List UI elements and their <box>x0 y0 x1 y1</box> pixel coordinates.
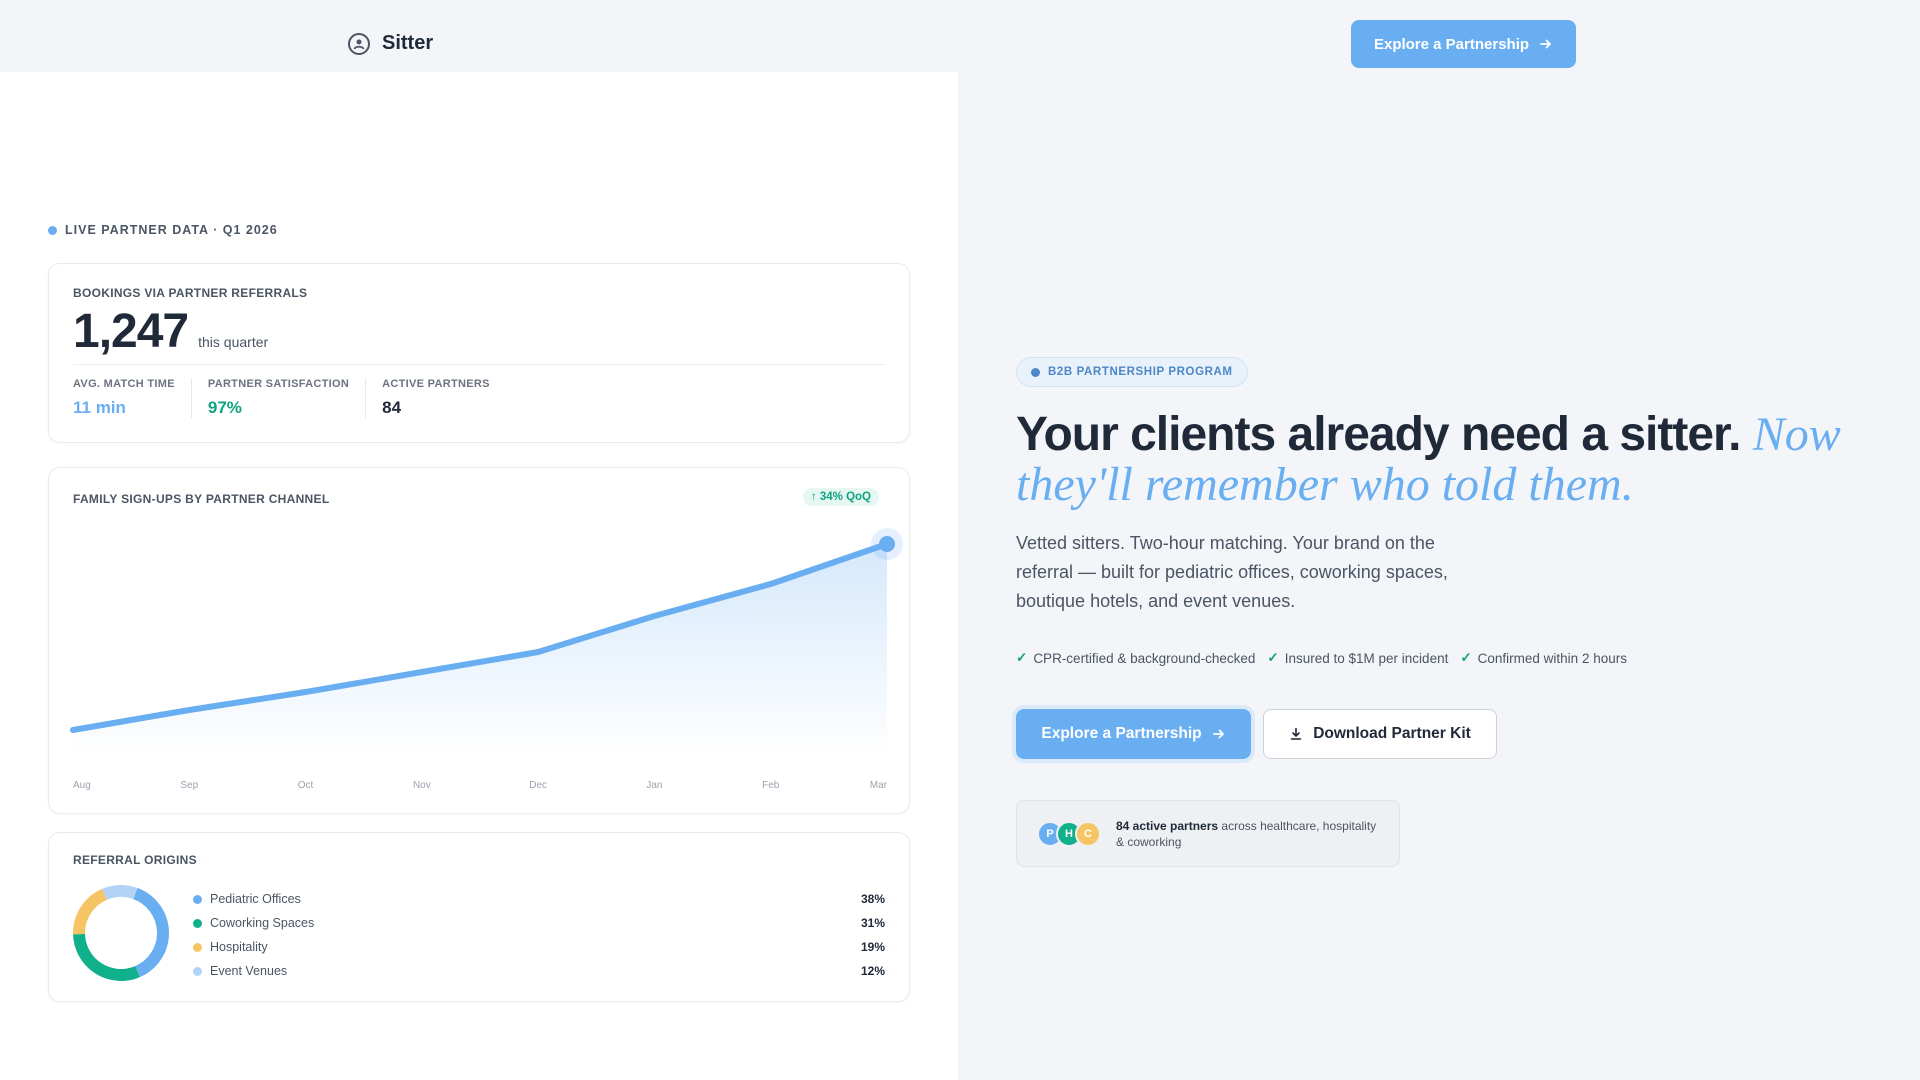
headline-main: Your clients already need a sitter. <box>1016 408 1741 461</box>
stat-satisfaction: PARTNER SATISFACTION 97% <box>207 378 367 418</box>
live-label-text: LIVE PARTNER DATA · Q1 2026 <box>65 223 278 237</box>
download-partner-kit-button[interactable]: Download Partner Kit <box>1263 709 1497 759</box>
x-tick-label: Aug <box>73 780 91 791</box>
x-tick-label: Oct <box>298 780 314 791</box>
check-icon: ✓ <box>1460 650 1472 665</box>
check-text: Confirmed within 2 hours <box>1477 650 1627 666</box>
stat-label: AVG. MATCH TIME <box>73 378 175 390</box>
check-icon: ✓ <box>1267 650 1279 665</box>
check-item: ✓ Confirmed within 2 hours <box>1460 650 1627 666</box>
check-item: ✓ CPR-certified & background-checked <box>1016 650 1255 666</box>
stats-row: AVG. MATCH TIME 11 min PARTNER SATISFACT… <box>73 378 522 418</box>
legend-pct: 19% <box>860 940 885 954</box>
header-cta-label: Explore a Partnership <box>1373 35 1530 53</box>
partners-proof: P H C 84 active partners across healthca… <box>1016 800 1400 867</box>
legend-dot-icon <box>193 942 202 952</box>
bookings-figure: 1,247 this quarter <box>73 304 268 359</box>
legend-item: Event Venues 12% <box>193 959 885 983</box>
arrow-right-icon <box>1540 39 1551 49</box>
bookings-value: 1,247 <box>73 305 189 358</box>
legend-item: Hospitality 19% <box>193 935 885 959</box>
sitter-logo-icon <box>348 32 370 55</box>
legend-dot-icon <box>193 894 202 904</box>
x-tick-label: Nov <box>413 780 431 791</box>
legend-name: Event Venues <box>210 964 288 978</box>
legend-name: Coworking Spaces <box>210 916 315 930</box>
avatar: C <box>1075 820 1101 847</box>
divider <box>73 364 885 365</box>
live-data-label: LIVE PARTNER DATA · Q1 2026 <box>48 223 278 237</box>
origins-legend: Pediatric Offices 38% Coworking Spaces 3… <box>193 887 885 983</box>
stat-value: 97% <box>207 398 242 417</box>
x-tick-label: Mar <box>870 780 888 791</box>
explore-partnership-button[interactable]: Explore a Partnership <box>1016 709 1251 759</box>
stat-label: ACTIVE PARTNERS <box>382 378 490 390</box>
stat-value: 11 min <box>73 398 126 417</box>
donut-slice <box>102 885 138 901</box>
check-item: ✓ Insured to $1M per incident <box>1267 650 1448 666</box>
program-badge: B2B PARTNERSHIP PROGRAM <box>1016 357 1248 387</box>
signups-chart-card: FAMILY SIGN-UPS BY PARTNER CHANNEL ↑ 34%… <box>48 467 910 814</box>
legend-dot-icon <box>193 918 202 928</box>
legend-name: Pediatric Offices <box>210 892 301 906</box>
donut-slice <box>133 887 169 978</box>
check-text: CPR-certified & background-checked <box>1033 650 1256 666</box>
donut-slice <box>73 888 108 935</box>
origins-title: REFERRAL ORIGINS <box>73 853 197 867</box>
legend-item: Coworking Spaces 31% <box>193 911 885 935</box>
donut-slice <box>73 933 140 981</box>
stat-label: PARTNER SATISFACTION <box>207 378 350 390</box>
legend-dot-icon <box>193 966 202 976</box>
hero-headline: Your clients already need a sitter. Now … <box>1016 410 1876 510</box>
check-icon: ✓ <box>1016 650 1028 665</box>
partners-text: 84 active partners across healthcare, ho… <box>1116 818 1379 850</box>
area-fill <box>73 544 887 758</box>
x-tick-label: Jan <box>646 780 662 791</box>
bookings-label: BOOKINGS VIA PARTNER REFERRALS <box>73 286 308 300</box>
stat-active-partners: ACTIVE PARTNERS 84 <box>382 378 506 418</box>
stat-match-time: AVG. MATCH TIME 11 min <box>73 378 192 418</box>
bookings-card: BOOKINGS VIA PARTNER REFERRALS 1,247 thi… <box>48 263 910 443</box>
brand-name: Sitter <box>382 32 434 54</box>
badge-text: B2B PARTNERSHIP PROGRAM <box>1048 366 1233 378</box>
header-explore-partnership-button[interactable]: Explore a Partnership <box>1351 20 1576 68</box>
bookings-sub: this quarter <box>198 334 269 350</box>
partner-avatars: P H C <box>1037 820 1101 847</box>
legend-name: Hospitality <box>210 940 268 954</box>
brand[interactable]: Sitter <box>348 32 433 55</box>
partners-count: 84 active partners <box>1116 818 1219 833</box>
secondary-cta-label: Download Partner Kit <box>1313 725 1471 742</box>
arrow-right-icon <box>1212 729 1224 739</box>
last-data-point <box>879 536 895 552</box>
x-tick-label: Dec <box>529 780 547 791</box>
origins-donut-chart <box>73 885 169 981</box>
trust-checks: ✓ CPR-certified & background-checked ✓ Ins… <box>1016 650 1627 666</box>
x-tick-label: Sep <box>180 780 198 791</box>
live-dot-icon <box>48 225 57 235</box>
signups-area-chart: Aug Sep Oct Nov Dec Jan Feb Mar <box>70 528 903 791</box>
legend-pct: 38% <box>860 892 885 906</box>
x-tick-label: Feb <box>762 780 780 791</box>
download-icon <box>1290 727 1302 740</box>
referral-origins-card: REFERRAL ORIGINS Pediatric Offices 38% C… <box>48 832 910 1002</box>
check-text: Insured to $1M per incident <box>1284 650 1449 666</box>
stat-value: 84 <box>382 398 402 417</box>
hero-lede: Vetted sitters. Two-hour matching. Your … <box>1016 533 1448 611</box>
legend-pct: 31% <box>860 916 885 930</box>
primary-cta-label: Explore a Partnership <box>1041 725 1202 742</box>
badge-dot-icon <box>1031 367 1040 377</box>
legend-item: Pediatric Offices 38% <box>193 887 885 911</box>
legend-pct: 12% <box>860 964 885 978</box>
